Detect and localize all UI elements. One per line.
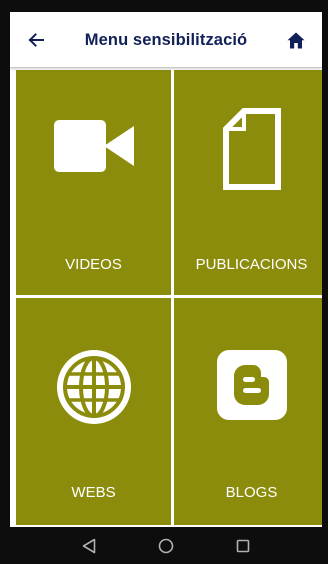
circle-home-icon: [158, 538, 174, 553]
blogs-tile[interactable]: BLOGS: [174, 298, 322, 525]
video-camera-icon: [16, 120, 171, 172]
publications-label: PUBLICACIONS: [195, 256, 308, 273]
videos-tile[interactable]: VIDEOS: [16, 70, 171, 295]
nav-recents-button[interactable]: [231, 534, 255, 558]
system-navigation-bar: [10, 527, 322, 564]
arrow-left-icon: [28, 33, 44, 47]
page-title: Menu sensibilització: [84, 31, 248, 49]
webs-label: WEBS: [71, 484, 116, 501]
webs-tile[interactable]: WEBS: [16, 298, 171, 525]
square-recents-icon: [237, 539, 250, 552]
app-bar: Menu sensibilització: [10, 12, 322, 68]
triangle-back-icon: [82, 538, 95, 553]
publications-tile[interactable]: PUBLICACIONS: [174, 70, 322, 295]
nav-home-button[interactable]: [154, 534, 178, 558]
videos-label: VIDEOS: [65, 256, 122, 273]
globe-icon: [16, 350, 171, 424]
blogs-label: BLOGS: [225, 484, 278, 501]
home-icon: [287, 32, 305, 48]
nav-back-button[interactable]: [77, 534, 101, 558]
app-window: Menu sensibilització VIDEOS PUBLICACIONS…: [10, 12, 322, 527]
back-button[interactable]: [22, 26, 50, 54]
document-icon: [174, 108, 322, 190]
menu-grid: VIDEOS PUBLICACIONS WEBS BLOGS: [10, 68, 322, 527]
status-bar: [0, 0, 328, 12]
device-frame: Menu sensibilització VIDEOS PUBLICACIONS…: [0, 0, 328, 564]
home-button[interactable]: [282, 26, 310, 54]
blogger-icon: [174, 350, 322, 420]
